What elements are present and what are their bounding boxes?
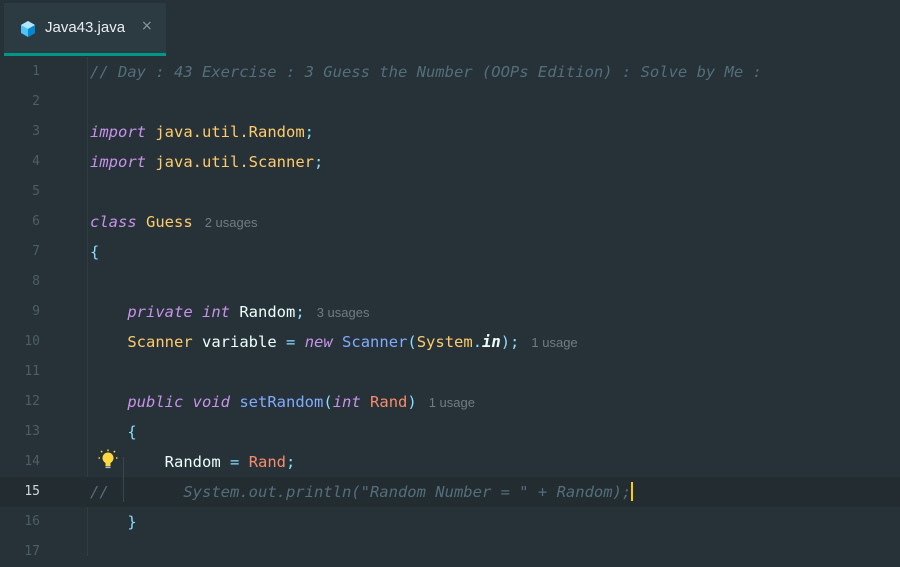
code-line: 6 class Guess 2 usages (0, 207, 900, 237)
code-line: 1 // Day : 43 Exercise : 3 Guess the Num… (0, 57, 900, 87)
keyword: class (90, 213, 137, 231)
keyword: new (304, 333, 333, 351)
brace: { (127, 423, 137, 441)
code-line: 3 import java.util.Random; (0, 117, 900, 147)
semicolon: ; (295, 303, 305, 321)
keyword: private (127, 303, 193, 321)
code-line: 12 public void setRandom(int Rand) 1 usag… (0, 387, 900, 417)
comment-prefix: // (90, 483, 109, 501)
code-line: 16 } (0, 507, 900, 537)
line-number: 1 (32, 64, 40, 79)
import-path: java.util.Random (155, 123, 305, 141)
line-number: 7 (32, 244, 40, 259)
code-line: 14 Random = Rand; (0, 447, 900, 477)
class-ref: System (416, 333, 473, 351)
code-line-current: 15 // System.out.println("Random Number … (0, 477, 900, 507)
field-ref: Random (164, 453, 221, 471)
line-number: 11 (24, 364, 40, 379)
keyword: int (202, 303, 230, 321)
line-number: 10 (24, 334, 40, 349)
semicolon: ; (286, 453, 296, 471)
code-line: 5 (0, 177, 900, 207)
line-number: 6 (32, 214, 40, 229)
line-number: 9 (32, 304, 40, 319)
keyword: public (127, 393, 184, 411)
code-line: 9 private int Random; 3 usages (0, 297, 900, 327)
brace: } (127, 513, 137, 531)
parameter: Rand (248, 453, 287, 471)
line-number: 13 (24, 424, 40, 439)
line-number: 3 (32, 124, 40, 139)
static-field: in (482, 333, 501, 351)
code-line: 2 (0, 87, 900, 117)
line-number: 4 (32, 154, 40, 169)
field-name: variable (202, 333, 277, 351)
editor-tab-bar: Java43.java × (0, 0, 900, 56)
tab-java43[interactable]: Java43.java × (4, 3, 166, 56)
code-line: 10 Scanner variable = new Scanner(System… (0, 327, 900, 357)
line-number: 2 (32, 94, 40, 109)
usages-hint[interactable]: 1 usage (429, 395, 475, 410)
code-editor[interactable]: 1 // Day : 43 Exercise : 3 Guess the Num… (0, 57, 900, 559)
usages-hint[interactable]: 2 usages (205, 215, 258, 230)
dot: . (472, 333, 483, 351)
line-number: 14 (24, 454, 40, 469)
semicolon: ; (304, 123, 314, 141)
line-number: 15 (24, 484, 40, 499)
comment: System.out.println("Random Number = " + … (183, 483, 632, 501)
lightbulb-icon[interactable] (98, 449, 118, 471)
code-line: 4 import java.util.Scanner; (0, 147, 900, 177)
brace: { (90, 243, 100, 261)
operator: = (286, 333, 296, 351)
code-line: 8 (0, 267, 900, 297)
code-line: 13 { (0, 417, 900, 447)
usages-hint[interactable]: 3 usages (317, 305, 370, 320)
field-name: Random (239, 303, 296, 321)
indent-guide (123, 457, 124, 502)
close-icon[interactable]: × (141, 18, 153, 34)
line-number: 12 (24, 394, 40, 409)
java-file-icon (21, 21, 35, 37)
usages-hint[interactable]: 1 usage (531, 335, 577, 350)
operator: = (230, 453, 240, 471)
code-line: 11 (0, 357, 900, 387)
text-caret (631, 482, 634, 501)
line-number: 16 (24, 514, 40, 529)
keyword: void (192, 393, 230, 411)
line-number: 5 (32, 184, 40, 199)
type-name: Scanner (127, 333, 193, 351)
constructor: Scanner (342, 333, 408, 351)
class-name: Guess (146, 213, 193, 231)
comment: // Day : 43 Exercise : 3 Guess the Numbe… (90, 63, 762, 81)
semicolon: ; (313, 153, 324, 171)
keyword: import (90, 153, 146, 171)
import-path: java.util.Scanner (155, 153, 314, 171)
tab-title: Java43.java (45, 19, 126, 36)
line-number: 17 (24, 544, 40, 559)
parameter: Rand (370, 393, 408, 411)
method-name: setRandom (239, 393, 324, 411)
code-line: 17 (0, 537, 900, 567)
line-number: 8 (32, 274, 40, 289)
punctuation: ); (500, 333, 520, 351)
code-line: 7 { (0, 237, 900, 267)
keyword: int (332, 393, 361, 411)
keyword: import (90, 123, 146, 141)
